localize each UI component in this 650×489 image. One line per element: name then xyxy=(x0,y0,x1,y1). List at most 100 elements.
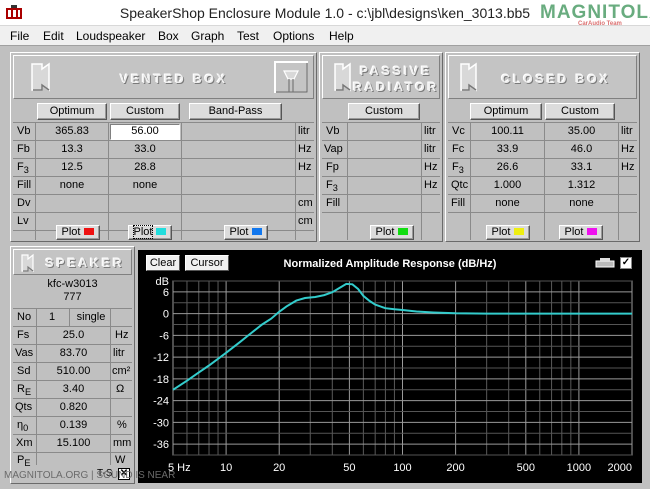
menu-options[interactable]: Options xyxy=(273,29,314,43)
sd-unit: cm² xyxy=(112,365,131,377)
sd-value[interactable]: 510.00 xyxy=(37,363,110,380)
speaker-icon xyxy=(31,62,50,92)
vb-unit: litr xyxy=(298,125,310,137)
vented-box-header: VENTED BOX xyxy=(13,55,314,99)
pr-f3-unit: Hz xyxy=(424,179,438,191)
vb-label: Vb xyxy=(17,125,31,137)
menu-box[interactable]: Box xyxy=(158,29,179,43)
menu-edit[interactable]: Edit xyxy=(43,29,64,43)
passive-radiator-panel: PASSIVE RADIATOR Custom Vb litr Vap litr… xyxy=(319,52,443,242)
pe-unit: W xyxy=(115,454,126,466)
passive-plot-button[interactable]: Plot xyxy=(370,225,414,240)
y-tick-label: -30 xyxy=(153,417,169,429)
fc-unit: Hz xyxy=(621,143,635,155)
closed-optimum-button[interactable]: Optimum xyxy=(470,103,542,120)
speaker-model-number: 777 xyxy=(63,291,82,303)
speaker-model[interactable]: kfc-w3013 xyxy=(11,278,134,291)
cyan-swatch xyxy=(156,228,167,235)
qtc-custom-value: 1.312 xyxy=(567,179,596,191)
pr-f3-label: F3 xyxy=(326,179,338,194)
vented-custom-button[interactable]: Custom xyxy=(110,103,180,120)
x-tick-label: 50 xyxy=(343,462,355,474)
xm-value[interactable]: 15.100 xyxy=(37,435,110,452)
vas-unit: litr xyxy=(113,347,125,359)
fc-custom-value[interactable]: 46.0 xyxy=(545,141,618,158)
x-tick-label: 500 xyxy=(517,462,535,474)
blue-swatch xyxy=(252,228,263,235)
menu-loudspeaker[interactable]: Loudspeaker xyxy=(76,29,145,43)
pr-vb-unit: litr xyxy=(424,125,436,137)
magenta-swatch xyxy=(587,228,598,235)
y-tick-label: -24 xyxy=(153,396,169,408)
passive-radiator-header: PASSIVE RADIATOR xyxy=(322,55,440,99)
fs-unit: Hz xyxy=(115,329,129,341)
f3-custom-value: 28.8 xyxy=(134,161,156,173)
magnitola-logo: MAGNITOLA CarAudio Team xyxy=(540,2,650,27)
vas-value[interactable]: 83.70 xyxy=(37,345,110,362)
band-pass-plot-button[interactable]: Plot xyxy=(224,225,268,240)
eta0-value[interactable]: 0.139 xyxy=(37,417,110,434)
x-tick-label: 20 xyxy=(273,462,285,474)
vented-box-icon xyxy=(274,61,308,93)
closed-custom-plot-button[interactable]: Plot xyxy=(559,225,603,240)
vented-optimum-plot-button[interactable]: Plot xyxy=(56,225,100,240)
speaker-title: SPEAKER xyxy=(45,256,125,270)
x-tick-label: 200 xyxy=(446,462,464,474)
closed-f3-optimum-value: 26.6 xyxy=(496,161,519,173)
response-chart: dB60-6-12-18-24-30-365 Hz 10 20 50 100 200 500… xyxy=(153,276,633,474)
fill-custom-value[interactable]: none xyxy=(109,177,181,194)
lv-unit: cm xyxy=(298,215,313,227)
yellow-swatch xyxy=(514,228,525,235)
passive-custom-button[interactable]: Custom xyxy=(348,103,420,120)
closed-f3-unit: Hz xyxy=(621,161,635,173)
menu-file[interactable]: File xyxy=(10,29,29,43)
fs-label: Fs xyxy=(17,329,30,341)
pr-vb-label: Vb xyxy=(326,125,340,137)
re-value[interactable]: 3.40 xyxy=(37,381,110,398)
vb-optimum-value: 365.83 xyxy=(55,125,89,137)
xm-unit: mm xyxy=(113,437,132,449)
closed-fill-custom-value[interactable]: none xyxy=(545,195,618,212)
fb-optimum-value: 13.3 xyxy=(61,143,83,155)
fc-optimum-value: 33.9 xyxy=(496,143,519,155)
speakershop-window: SpeakerShop Enclosure Module 1.0 - c:\jb… xyxy=(0,0,650,489)
closed-optimum-plot-button[interactable]: Plot xyxy=(486,225,530,240)
lv-label: Lv xyxy=(17,215,29,227)
watermark-text: MAGNITOLA.ORG | SOUND IS NEAR xyxy=(4,470,176,481)
pr-vap-label: Vap xyxy=(324,143,343,155)
fill-label: Fill xyxy=(17,179,32,191)
closed-box-icon xyxy=(460,62,477,92)
pe-label: PE xyxy=(17,454,31,469)
mode-value[interactable]: single xyxy=(73,309,109,326)
menu-help[interactable]: Help xyxy=(329,29,354,43)
no-value[interactable]: 1 xyxy=(49,309,55,326)
fb-custom-value[interactable]: 33.0 xyxy=(109,141,181,158)
vc-label: Vc xyxy=(452,125,465,137)
vented-optimum-button[interactable]: Optimum xyxy=(37,103,107,120)
vented-custom-plot-button[interactable]: Plot xyxy=(128,225,172,240)
f3-optimum-value: 12.5 xyxy=(61,161,83,173)
fb-unit: Hz xyxy=(298,143,312,155)
vc-optimum-value: 100.11 xyxy=(491,125,524,137)
closed-f3-label: F3 xyxy=(452,161,464,176)
closed-custom-button[interactable]: Custom xyxy=(545,103,615,120)
y-tick-label: -6 xyxy=(159,330,169,342)
menu-graph[interactable]: Graph xyxy=(191,29,224,43)
green-swatch xyxy=(398,228,409,235)
vented-box-panel: VENTED BOX Optimum Custom Band-Pass Vb 3… xyxy=(10,52,317,242)
closed-fill-optimum-value[interactable]: none xyxy=(471,195,544,212)
fill-optimum-value[interactable]: none xyxy=(36,177,108,194)
vb-custom-value[interactable]: 56.00 xyxy=(109,123,181,140)
y-tick-label: -12 xyxy=(153,352,169,364)
eta0-label: η0 xyxy=(17,419,29,434)
fs-value[interactable]: 25.0 xyxy=(37,327,110,344)
qts-value[interactable]: 0.820 xyxy=(37,399,110,416)
vc-custom-value[interactable]: 35.00 xyxy=(545,123,618,140)
pr-fill-label: Fill xyxy=(326,197,341,209)
qtc-optimum-value: 1.000 xyxy=(493,179,522,191)
qts-label: Qts xyxy=(15,401,33,413)
menu-test[interactable]: Test xyxy=(237,29,259,43)
band-pass-button[interactable]: Band-Pass xyxy=(189,103,282,120)
qtc-label: Qtc xyxy=(451,179,469,191)
menu-bar: File Edit Loudspeaker Box Graph Test Opt… xyxy=(0,26,650,46)
